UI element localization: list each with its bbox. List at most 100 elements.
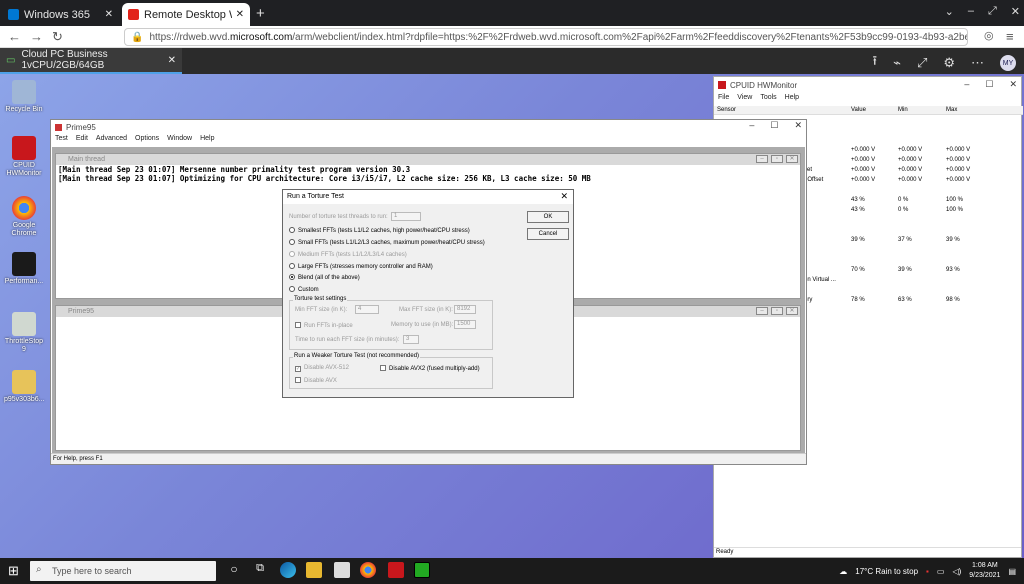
store-icon[interactable] bbox=[334, 562, 350, 578]
more-icon[interactable]: ⋯ bbox=[971, 55, 984, 71]
minimize-icon[interactable]: – bbox=[756, 155, 768, 163]
cortana-icon[interactable]: ○ bbox=[226, 562, 242, 578]
memory-input[interactable]: 1500 bbox=[454, 320, 476, 329]
hwmonitor-icon[interactable] bbox=[388, 562, 404, 578]
menu-help[interactable]: Help bbox=[785, 94, 799, 101]
avatar[interactable]: MY bbox=[1000, 55, 1016, 71]
minimize-icon[interactable]: – bbox=[964, 79, 969, 90]
max-fft-input[interactable]: 8192 bbox=[454, 305, 476, 314]
menu-help[interactable]: Help bbox=[200, 135, 214, 142]
desktop-icon-hwmonitor[interactable]: CPUID HWMonitor bbox=[4, 136, 44, 178]
desktop-icon-recycle-bin[interactable]: Recycle Bin bbox=[4, 80, 44, 114]
radio-blend[interactable]: Blend (all of the above) bbox=[289, 274, 360, 281]
column-max[interactable]: Max bbox=[946, 107, 957, 113]
menu-options[interactable]: Options bbox=[135, 135, 159, 142]
close-icon[interactable]: ✕ bbox=[236, 9, 244, 20]
close-icon[interactable]: ✕ bbox=[786, 155, 798, 163]
menu-tools[interactable]: Tools bbox=[760, 94, 776, 101]
radio-small-ffts[interactable]: Small FFTs (tests L1/L2/L3 caches, maxim… bbox=[289, 239, 485, 246]
menu-window[interactable]: Window bbox=[167, 135, 192, 142]
avx-checkbox[interactable]: Disable AVX bbox=[295, 377, 337, 384]
close-icon[interactable]: ✕ bbox=[1009, 79, 1017, 90]
maximize-icon[interactable]: ☐ bbox=[985, 79, 993, 90]
avx512-checkbox[interactable]: ✓ Disable AVX-512 bbox=[295, 365, 349, 372]
task-view-icon[interactable]: ⧉ bbox=[252, 562, 268, 578]
menu-test[interactable]: Test bbox=[55, 135, 68, 142]
url-input[interactable]: 🔒 https://rdweb.wvd. microsoft.com/arm/we… bbox=[124, 28, 968, 46]
radio-custom[interactable]: Custom bbox=[289, 286, 319, 293]
cell-max: +0.000 V bbox=[946, 157, 971, 163]
menu-advanced[interactable]: Advanced bbox=[96, 135, 127, 142]
radio-medium-ffts[interactable]: Medium FFTs (tests L1/L2/L3/L4 caches) bbox=[289, 251, 407, 258]
column-sensor[interactable]: Sensor bbox=[717, 107, 736, 113]
back-icon[interactable]: ← bbox=[8, 29, 21, 44]
time-input[interactable]: 3 bbox=[403, 335, 419, 344]
disconnect-icon[interactable]: ⌁ bbox=[893, 55, 901, 71]
cancel-button[interactable]: Cancel bbox=[527, 228, 569, 240]
weather-text[interactable]: 17°C Rain to stop bbox=[855, 567, 918, 576]
desktop-icon-p95-folder[interactable]: p95v303b6... bbox=[4, 370, 44, 404]
edge-icon[interactable] bbox=[280, 562, 296, 578]
minimize-icon[interactable]: – bbox=[749, 120, 754, 131]
inplace-checkbox[interactable]: Run FFTs in-place bbox=[295, 322, 353, 329]
maximize-icon[interactable]: ▫ bbox=[771, 155, 783, 163]
radio-large-ffts[interactable]: Large FFTs (stresses memory controller a… bbox=[289, 263, 433, 270]
close-icon[interactable]: ✕ bbox=[786, 307, 798, 315]
option-label: Large FFTs (stresses memory controller a… bbox=[298, 264, 433, 270]
cell-value: 70 % bbox=[851, 267, 865, 273]
ok-button[interactable]: OK bbox=[527, 211, 569, 223]
desktop-icon-performance[interactable]: Performan... bbox=[4, 252, 44, 286]
column-value[interactable]: Value bbox=[851, 107, 866, 113]
menu-file[interactable]: File bbox=[718, 94, 729, 101]
taskbar-search-input[interactable]: ⌕ Type here to search bbox=[30, 561, 216, 581]
close-icon[interactable]: ✕ bbox=[168, 55, 176, 66]
fullscreen-icon[interactable]: ⤢ bbox=[917, 55, 927, 71]
lock-icon: 🔒 bbox=[131, 31, 144, 43]
clock[interactable]: 1:08 AM 9/23/2021 bbox=[969, 561, 1000, 581]
upload-icon[interactable]: ⭱ bbox=[873, 52, 878, 74]
taskbar: ⊞ ⌕ Type here to search ○ ⧉ ☁ 17°C Rain … bbox=[0, 558, 1024, 584]
gear-icon[interactable]: ⚙ bbox=[943, 55, 955, 71]
desktop-icon-label: Recycle Bin bbox=[5, 106, 43, 113]
prime95-icon[interactable] bbox=[414, 562, 430, 578]
close-icon[interactable]: ✕ bbox=[794, 120, 802, 131]
desktop-icon-chrome[interactable]: Google Chrome bbox=[4, 196, 44, 238]
volume-icon[interactable]: ◁) bbox=[952, 567, 961, 576]
session-tab[interactable]: ▭ Cloud PC Business 1vCPU/2GB/64GB ✕ bbox=[0, 48, 182, 74]
desktop-icon-label: CPUID HWMonitor bbox=[6, 162, 42, 177]
maximize-icon[interactable]: ⤢ bbox=[988, 5, 997, 18]
radio-smallest-ffts[interactable]: Smallest FFTs (tests L1/L2 caches, high … bbox=[289, 227, 470, 234]
tab-remote-desktop[interactable]: Remote Desktop Web Cli ✕ bbox=[122, 3, 250, 26]
threads-input[interactable]: 1 bbox=[391, 212, 421, 221]
network-icon[interactable]: ▭ bbox=[937, 567, 945, 576]
menu-view[interactable]: View bbox=[737, 94, 752, 101]
new-tab-button[interactable]: + bbox=[256, 5, 265, 22]
notification-icon[interactable]: ▪ bbox=[926, 567, 929, 576]
min-fft-input[interactable]: 4 bbox=[355, 305, 379, 314]
settings-group-title: Torture test settings bbox=[293, 296, 348, 302]
tab-windows-365[interactable]: Windows 365 ✕ bbox=[2, 3, 119, 26]
shield-icon[interactable]: ◎ bbox=[984, 29, 994, 42]
maximize-icon[interactable]: ☐ bbox=[770, 120, 778, 131]
avx2-checkbox[interactable]: Disable AVX2 (fused multiply-add) bbox=[380, 365, 480, 372]
maximize-icon[interactable]: ▫ bbox=[771, 307, 783, 315]
chrome-icon[interactable] bbox=[360, 562, 376, 578]
window-title: Prime95 bbox=[66, 122, 96, 132]
menu-icon[interactable]: ≡ bbox=[1006, 29, 1014, 44]
windows-start-icon[interactable]: ⊞ bbox=[8, 563, 19, 579]
weather-icon[interactable]: ☁ bbox=[839, 567, 847, 576]
close-icon[interactable]: ✕ bbox=[1011, 5, 1020, 18]
chevron-down-icon[interactable]: ⌄ bbox=[945, 5, 954, 18]
reload-icon[interactable]: ↻ bbox=[52, 29, 63, 45]
close-icon[interactable]: ✕ bbox=[560, 191, 568, 202]
radio-icon bbox=[289, 239, 295, 245]
desktop-icon-throttlestop[interactable]: ThrottleStop 9 bbox=[4, 312, 44, 354]
forward-icon[interactable]: → bbox=[30, 29, 43, 44]
column-min[interactable]: Min bbox=[898, 107, 908, 113]
minimize-icon[interactable]: – bbox=[968, 5, 974, 18]
notification-center-icon[interactable]: ▤ bbox=[1008, 567, 1016, 576]
minimize-icon[interactable]: – bbox=[756, 307, 768, 315]
menu-edit[interactable]: Edit bbox=[76, 135, 88, 142]
close-icon[interactable]: ✕ bbox=[105, 9, 113, 20]
file-explorer-icon[interactable] bbox=[306, 562, 322, 578]
